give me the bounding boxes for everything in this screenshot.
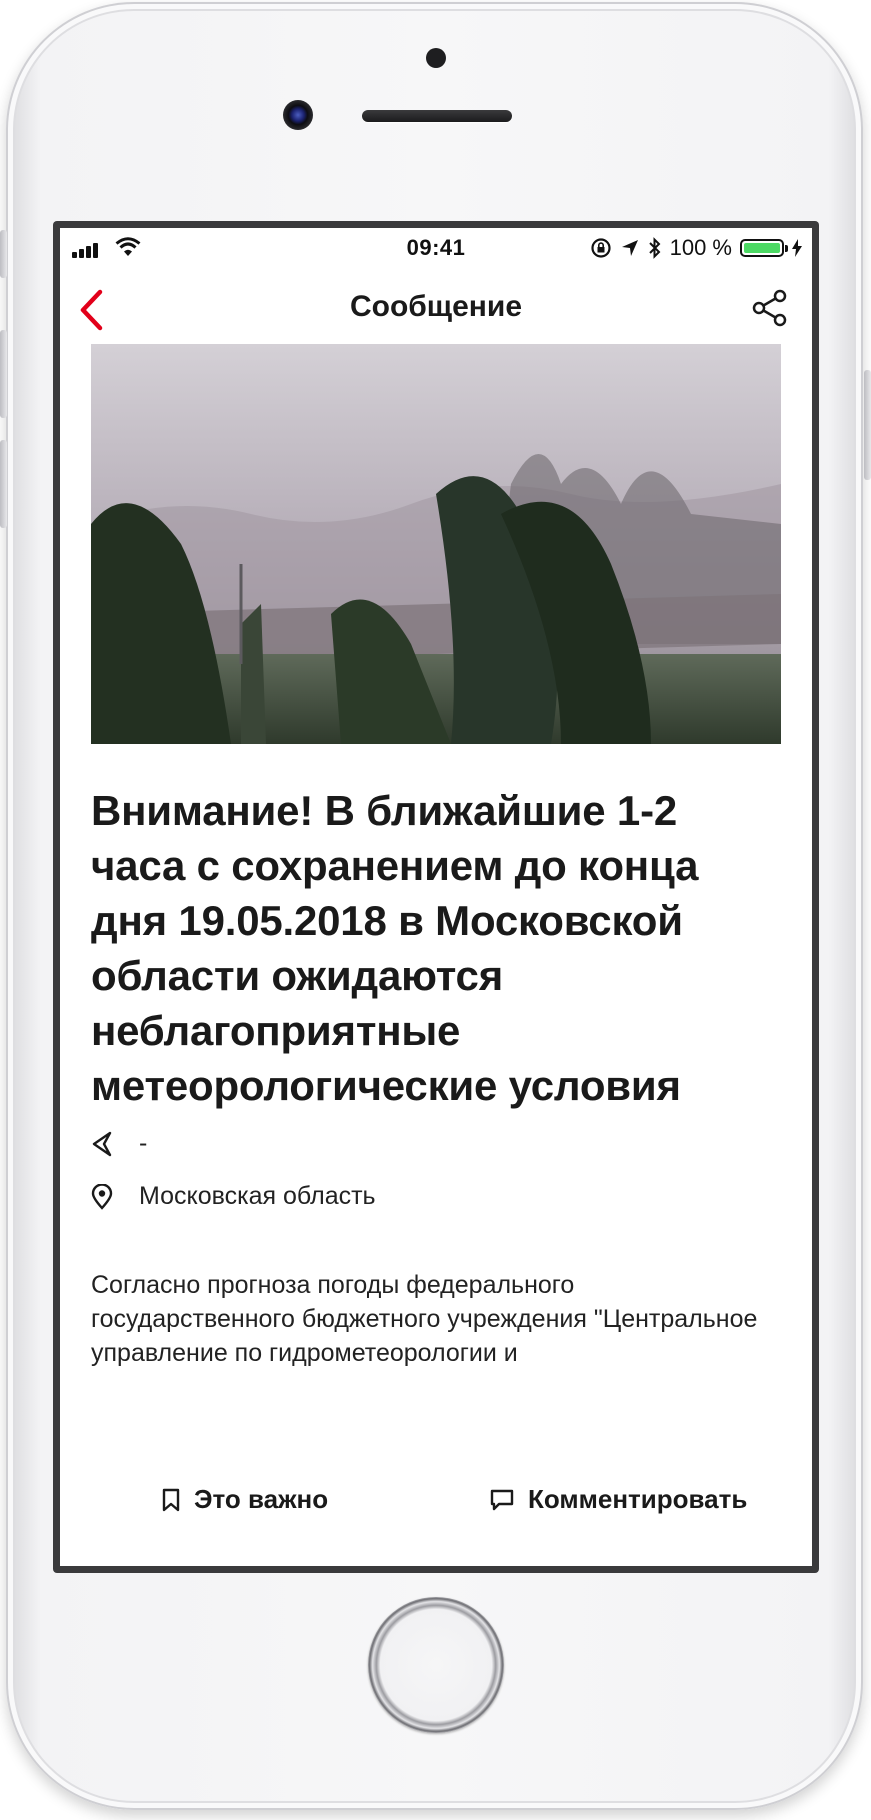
charging-bolt-icon xyxy=(792,239,802,257)
bottom-action-bar: Это важно Комментировать xyxy=(60,1436,812,1566)
battery-percent: 100 % xyxy=(669,235,732,260)
proximity-sensor xyxy=(426,48,446,68)
source-value: - xyxy=(139,1129,148,1157)
bluetooth-icon xyxy=(648,237,661,259)
earpiece-speaker xyxy=(362,110,512,122)
battery-icon xyxy=(740,239,788,257)
home-button[interactable] xyxy=(368,1597,504,1733)
front-camera xyxy=(283,100,313,130)
status-bar: 09:41 100 % xyxy=(60,228,812,268)
volume-down-button xyxy=(0,440,7,528)
location-arrow-icon xyxy=(621,240,638,256)
article-body: Согласно прогноза погоды федерального го… xyxy=(91,1271,758,1367)
navigation-bar: Сообщение xyxy=(60,268,812,344)
comment-button[interactable]: Комментировать xyxy=(490,1484,747,1515)
important-button[interactable]: Это важно xyxy=(162,1484,328,1515)
comment-icon xyxy=(490,1489,514,1510)
source-arrow-icon xyxy=(92,1131,112,1156)
location-pin-icon xyxy=(91,1183,113,1210)
source-row: - xyxy=(91,1129,147,1158)
location-value: Московская область xyxy=(139,1182,376,1210)
screen: 09:41 100 % Сообщение Внимание! В ближай… xyxy=(60,228,812,1566)
important-label: Это важно xyxy=(194,1484,329,1514)
page-title: Сообщение xyxy=(349,290,523,323)
share-icon[interactable] xyxy=(750,288,790,328)
mute-switch xyxy=(0,230,7,278)
article-headline: Внимание! В ближайшие 1-2 часа с сохране… xyxy=(91,787,699,1109)
storm-photo xyxy=(91,344,781,744)
comment-label: Комментировать xyxy=(528,1484,748,1514)
orientation-lock-icon xyxy=(591,238,611,258)
article-content: Внимание! В ближайшие 1-2 часа с сохране… xyxy=(60,344,812,1436)
power-button xyxy=(864,370,871,480)
bookmark-icon xyxy=(162,1488,180,1511)
volume-up-button xyxy=(0,330,7,418)
location-row: Московская область xyxy=(91,1182,376,1211)
